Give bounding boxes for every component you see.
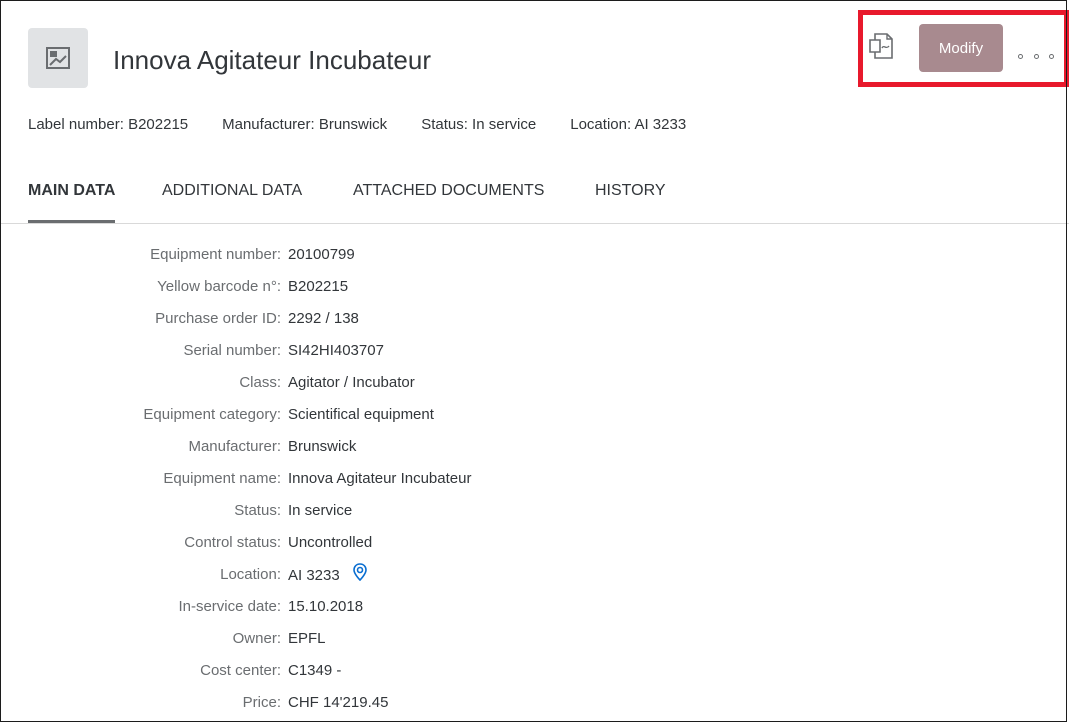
screenshot-border <box>0 0 1067 722</box>
